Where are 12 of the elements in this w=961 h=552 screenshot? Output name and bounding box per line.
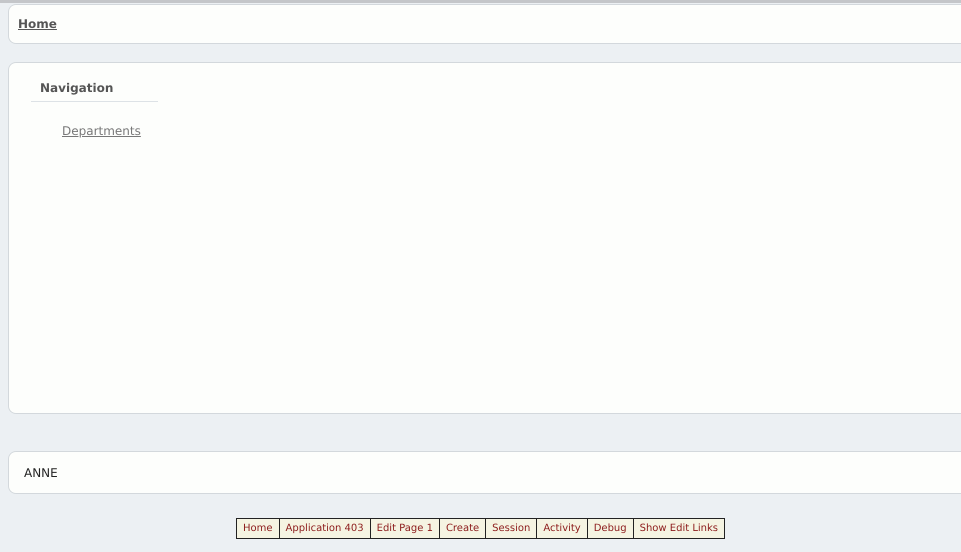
toolbar-link[interactable]: Application 403 bbox=[278, 519, 370, 538]
navigation-link[interactable]: Departments bbox=[62, 124, 961, 138]
toolbar-link[interactable]: Home bbox=[236, 519, 278, 538]
navigation-title: Navigation bbox=[31, 81, 158, 102]
user-name: ANNE bbox=[24, 466, 58, 480]
toolbar-link[interactable]: Show Edit Links bbox=[632, 519, 724, 538]
toolbar-link[interactable]: Create bbox=[438, 519, 486, 538]
toolbar-link[interactable]: Activity bbox=[536, 519, 587, 538]
toolbar-link[interactable]: Session bbox=[485, 519, 536, 538]
breadcrumb-link[interactable]: Home bbox=[18, 17, 57, 31]
toolbar-link[interactable]: Debug bbox=[586, 519, 633, 538]
toolbar-link[interactable]: Edit Page 1 bbox=[370, 519, 439, 538]
